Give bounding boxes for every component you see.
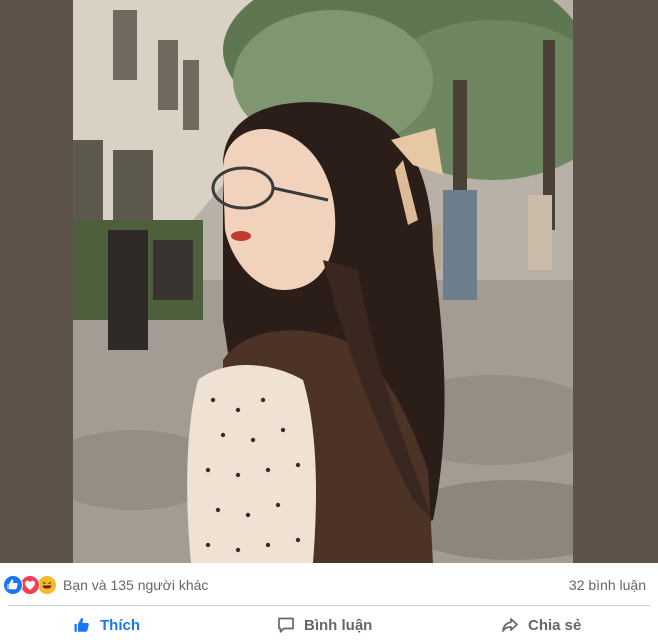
love-reaction-icon — [20, 575, 40, 595]
thumbs-up-icon — [72, 615, 92, 635]
share-label: Chia sẻ — [528, 616, 582, 634]
reactions-bar: Bạn và 135 người khác 32 bình luận — [0, 563, 658, 605]
reaction-summary[interactable]: Bạn và 135 người khác — [63, 577, 208, 593]
comment-label: Bình luận — [304, 616, 373, 634]
comment-count[interactable]: 32 bình luận — [569, 577, 646, 593]
photo-image — [73, 0, 573, 563]
like-reaction-icon — [3, 575, 23, 595]
post-actions-bar: Thích Bình luận Chia sẻ — [0, 606, 658, 644]
share-button[interactable]: Chia sẻ — [500, 606, 581, 644]
like-button[interactable]: Thích — [72, 606, 140, 644]
haha-reaction-icon — [37, 575, 57, 595]
post-photo[interactable] — [73, 0, 573, 563]
like-label: Thích — [100, 616, 140, 634]
comment-icon — [276, 615, 296, 635]
reaction-icons[interactable] — [3, 575, 63, 595]
share-icon — [500, 615, 520, 635]
comment-button[interactable]: Bình luận — [276, 606, 372, 644]
post-photo-frame — [0, 0, 658, 563]
